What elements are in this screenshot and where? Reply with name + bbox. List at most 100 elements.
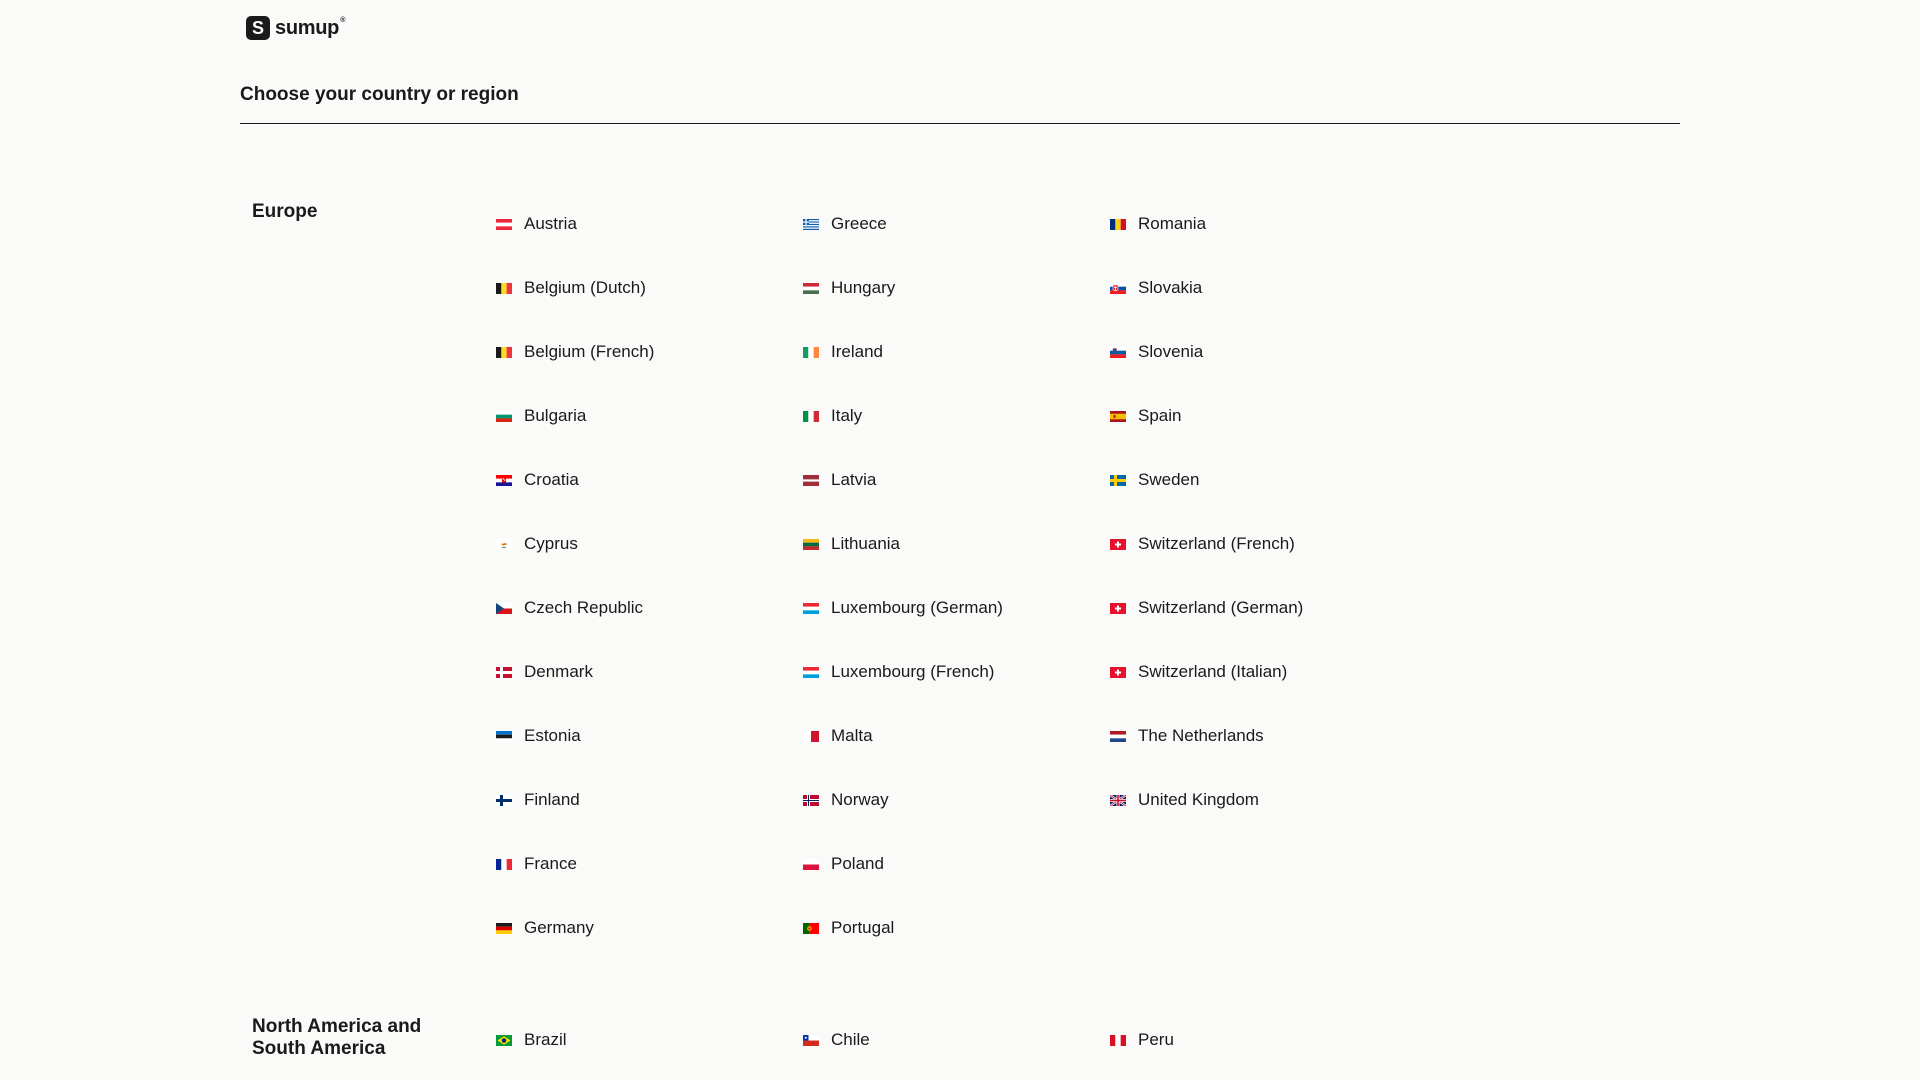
country-link-portugal[interactable]: Portugal xyxy=(803,917,894,939)
flag-switzerland-icon xyxy=(1110,666,1126,678)
country-link-sweden[interactable]: Sweden xyxy=(1110,469,1199,491)
flag-cyprus-icon xyxy=(496,538,512,550)
country-label: Latvia xyxy=(831,470,877,489)
country-link-hungary[interactable]: Hungary xyxy=(803,277,895,299)
flag-switzerland-icon xyxy=(1110,602,1126,614)
country-label: Luxembourg (German) xyxy=(831,598,1003,617)
country-link-finland[interactable]: Finland xyxy=(496,789,580,811)
flag-romania-icon xyxy=(1110,218,1126,230)
country-link-croatia[interactable]: Croatia xyxy=(496,469,579,491)
country-link-latvia[interactable]: Latvia xyxy=(803,469,876,491)
flag-united-kingdom-icon xyxy=(1110,794,1126,806)
country-link-ireland[interactable]: Ireland xyxy=(803,341,883,363)
country-link-spain[interactable]: Spain xyxy=(1110,405,1181,427)
country-link-switzerland-italian[interactable]: Switzerland (Italian) xyxy=(1110,661,1287,683)
country-link-belgium-french[interactable]: Belgium (French) xyxy=(496,341,654,363)
flag-austria-icon xyxy=(496,218,512,230)
country-link-cyprus[interactable]: Cyprus xyxy=(496,533,578,555)
flag-sweden-icon xyxy=(1110,474,1126,486)
country-selector-page: S sumup ® Choose your country or region E… xyxy=(0,0,1920,1080)
sumup-logo[interactable]: S sumup ® xyxy=(246,16,346,40)
country-link-norway[interactable]: Norway xyxy=(803,789,889,811)
flag-italy-icon xyxy=(803,410,819,422)
country-link-slovenia[interactable]: Slovenia xyxy=(1110,341,1203,363)
flag-germany-icon xyxy=(496,922,512,934)
country-label: Greece xyxy=(831,214,887,233)
country-label: Bulgaria xyxy=(524,406,587,425)
country-link-switzerland-german[interactable]: Switzerland (German) xyxy=(1110,597,1303,619)
flag-peru-icon xyxy=(1110,1034,1126,1046)
country-link-luxembourg-french[interactable]: Luxembourg (French) xyxy=(803,661,994,683)
country-label: Switzerland (Italian) xyxy=(1138,662,1288,681)
country-label: Estonia xyxy=(524,726,581,745)
country-label: Hungary xyxy=(831,278,896,297)
country-link-brazil[interactable]: Brazil xyxy=(496,1029,567,1051)
flag-ireland-icon xyxy=(803,346,819,358)
country-label: Finland xyxy=(524,790,580,809)
country-link-belgium-dutch[interactable]: Belgium (Dutch) xyxy=(496,277,646,299)
flag-poland-icon xyxy=(803,858,819,870)
country-link-luxembourg-german[interactable]: Luxembourg (German) xyxy=(803,597,1003,619)
country-link-chile[interactable]: Chile xyxy=(803,1029,870,1051)
flag-bulgaria-icon xyxy=(496,410,512,422)
country-label: Lithuania xyxy=(831,534,901,553)
region-heading-americas: North America and South America xyxy=(252,1016,422,1059)
country-link-austria[interactable]: Austria xyxy=(496,213,577,235)
country-link-united-kingdom[interactable]: United Kingdom xyxy=(1110,789,1259,811)
country-label: Portugal xyxy=(831,918,895,937)
country-link-the-netherlands[interactable]: The Netherlands xyxy=(1110,725,1264,747)
country-label: Poland xyxy=(831,854,884,873)
country-link-czech-republic[interactable]: Czech Republic xyxy=(496,597,643,619)
country-label: Slovakia xyxy=(1138,278,1203,297)
country-link-germany[interactable]: Germany xyxy=(496,917,594,939)
flag-luxembourg-icon xyxy=(803,666,819,678)
country-label: Belgium (French) xyxy=(524,342,655,361)
flag-denmark-icon xyxy=(496,666,512,678)
country-link-romania[interactable]: Romania xyxy=(1110,213,1206,235)
country-link-italy[interactable]: Italy xyxy=(803,405,862,427)
country-label: The Netherlands xyxy=(1138,726,1264,745)
flag-finland-icon xyxy=(496,794,512,806)
country-link-denmark[interactable]: Denmark xyxy=(496,661,593,683)
country-link-greece[interactable]: Greece xyxy=(803,213,887,235)
country-label: Belgium (Dutch) xyxy=(524,278,646,297)
flag-france-icon xyxy=(496,858,512,870)
flag-switzerland-icon xyxy=(1110,538,1126,550)
flag-belgium-icon xyxy=(496,346,512,358)
sumup-logo-text: sumup ® xyxy=(275,16,346,39)
country-label: Czech Republic xyxy=(524,598,644,617)
region-heading-europe: Europe xyxy=(252,201,318,222)
flag-brazil-icon xyxy=(496,1034,512,1046)
country-label: Denmark xyxy=(524,662,593,681)
country-label: Cyprus xyxy=(524,534,578,553)
country-link-france[interactable]: France xyxy=(496,853,577,875)
country-label: Slovenia xyxy=(1138,342,1204,361)
flag-estonia-icon xyxy=(496,730,512,742)
country-link-malta[interactable]: Malta xyxy=(803,725,873,747)
country-label: Norway xyxy=(831,790,889,809)
flag-portugal-icon xyxy=(803,922,819,934)
country-link-switzerland-french[interactable]: Switzerland (French) xyxy=(1110,533,1295,555)
country-link-lithuania[interactable]: Lithuania xyxy=(803,533,900,555)
flag-chile-icon xyxy=(803,1034,819,1046)
page-title: Choose your country or region xyxy=(240,84,519,105)
flag-latvia-icon xyxy=(803,474,819,486)
country-link-bulgaria[interactable]: Bulgaria xyxy=(496,405,586,427)
country-link-slovakia[interactable]: Slovakia xyxy=(1110,277,1202,299)
country-label: United Kingdom xyxy=(1138,790,1259,809)
country-label: Chile xyxy=(831,1030,870,1049)
flag-spain-icon xyxy=(1110,410,1126,422)
country-label: Romania xyxy=(1138,214,1207,233)
country-link-poland[interactable]: Poland xyxy=(803,853,884,875)
flag-greece-icon xyxy=(803,218,819,230)
flag-slovenia-icon xyxy=(1110,346,1126,358)
country-link-estonia[interactable]: Estonia xyxy=(496,725,581,747)
country-link-peru[interactable]: Peru xyxy=(1110,1029,1174,1051)
country-label: Spain xyxy=(1138,406,1182,425)
country-label: Switzerland (French) xyxy=(1138,534,1295,553)
flag-malta-icon xyxy=(803,730,819,742)
flag-lithuania-icon xyxy=(803,538,819,550)
country-label: Brazil xyxy=(524,1030,567,1049)
country-label: France xyxy=(524,854,577,873)
country-label: Croatia xyxy=(524,470,579,489)
